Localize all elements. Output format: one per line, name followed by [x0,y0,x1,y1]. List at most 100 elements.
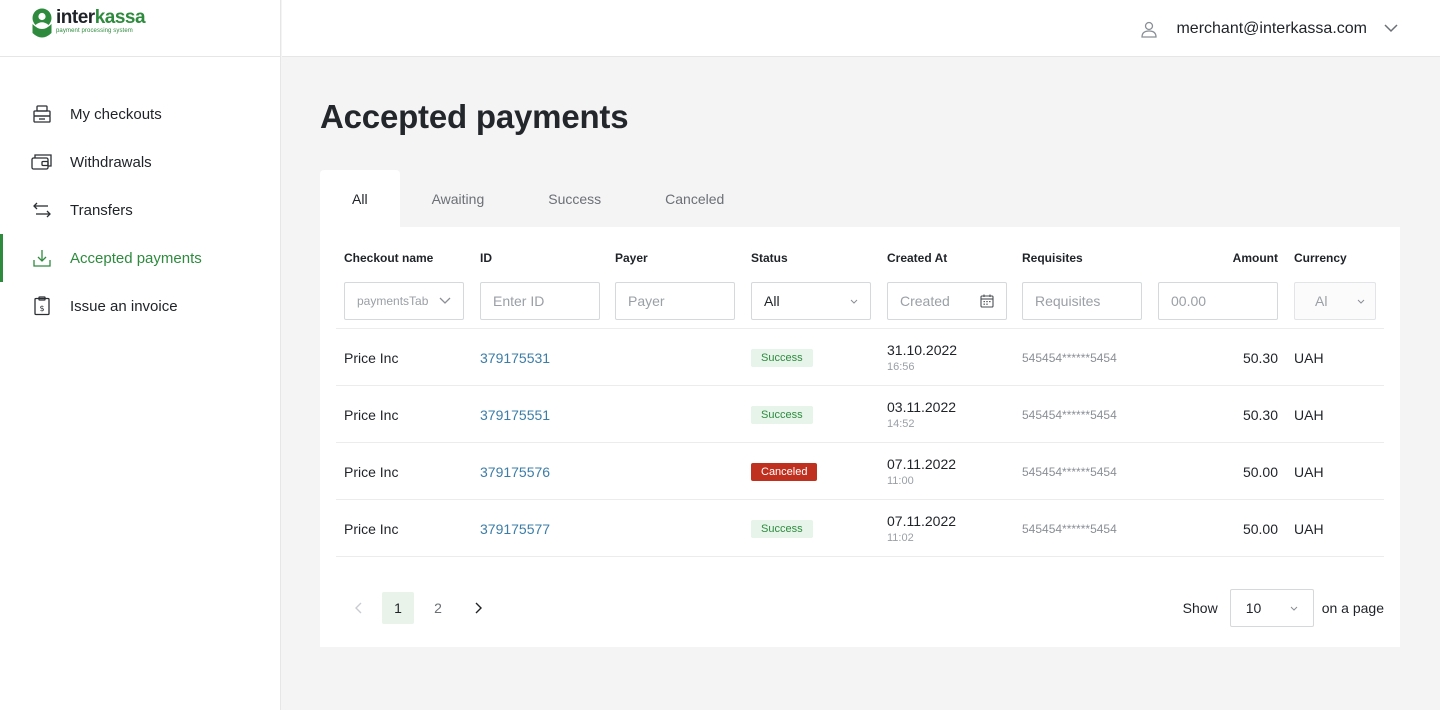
sidebar-item-label: Issue an invoice [70,297,178,315]
logo-mark-icon [32,8,52,38]
payments-table-card: Checkout name ID Payer Status Created At… [320,227,1400,647]
requisites-filter-placeholder: Requisites [1035,293,1101,309]
prev-page-button[interactable] [342,592,374,624]
chevron-left-icon [354,602,361,614]
top-bar: merchant@interkassa.com [282,0,1440,57]
sidebar-item-issue-invoice[interactable]: $ Issue an invoice [0,282,281,330]
sidebar-item-label: Withdrawals [70,153,152,171]
requisites-filter-input[interactable]: Requisites [1022,282,1142,320]
created-filter-placeholder: Created [900,293,950,309]
checkout-name-cell: Price Inc [344,349,399,366]
table-row[interactable]: Price Inc 379175551 Success 03.11.2022 14… [336,385,1384,442]
logo-area: interkassa payment processing system [0,0,280,57]
wallet-icon [31,151,53,173]
status-cell: Success [751,386,813,443]
tab-canceled[interactable]: Canceled [633,170,756,227]
on-a-page-label: on a page [1321,600,1384,616]
amount-cell: 50.30 [1242,349,1278,366]
amount-cell: 50.30 [1242,406,1278,423]
checkout-name-cell: Price Inc [344,463,399,480]
page-size-control: Show 10 on a page [1183,589,1384,627]
currency-cell: UAH [1294,349,1324,366]
requisites-cell: 545454******5454 [1022,464,1117,479]
created-date: 07.11.2022 [887,512,957,529]
user-icon [1140,20,1158,38]
page-1-button[interactable]: 1 [382,592,414,624]
created-at-cell: 07.11.2022 11:00 [887,443,956,500]
user-menu[interactable]: merchant@interkassa.com [1140,0,1398,57]
invoice-icon: $ [31,295,53,317]
status-filter-value: All [764,293,780,309]
user-email: merchant@interkassa.com [1176,19,1367,37]
svg-text:$: $ [39,304,44,313]
brand-name-part2: kassa [94,7,146,28]
checkout-icon [31,103,53,125]
checkout-name-filter-value: paymentsTab [357,294,429,308]
created-date: 03.11.2022 [887,398,957,415]
download-icon [31,247,53,269]
currency-cell: UAH [1294,463,1324,480]
currency-filter-select[interactable]: Al [1294,282,1376,320]
requisites-cell: 545454******5454 [1022,521,1117,536]
created-date: 31.10.2022 [887,341,958,358]
requisites-cell: 545454******5454 [1022,350,1117,365]
payment-id-link[interactable]: 379175576 [480,443,550,500]
sidebar-item-accepted-payments[interactable]: Accepted payments [0,234,281,282]
tab-awaiting[interactable]: Awaiting [400,170,517,227]
id-filter-input[interactable]: Enter ID [480,282,600,320]
amount-cell: 50.00 [1242,520,1278,537]
column-header-payer: Payer [615,251,648,265]
checkout-name-cell: Price Inc [344,406,399,423]
status-cell: Canceled [751,443,818,500]
checkout-name-filter[interactable]: paymentsTab [344,282,464,320]
id-filter-placeholder: Enter ID [493,293,545,309]
sidebar-item-my-checkouts[interactable]: My checkouts [0,90,281,138]
sidebar-item-label: My checkouts [70,105,162,123]
tab-success[interactable]: Success [516,170,633,227]
tab-all[interactable]: All [320,170,400,227]
created-time: 11:02 [887,531,914,544]
payment-id-link[interactable]: 379175551 [480,386,550,443]
created-date-filter[interactable]: Created [887,282,1007,320]
page-title: Accepted payments [320,98,629,135]
column-header-checkout-name: Checkout name [344,251,434,265]
created-time: 16:56 [887,360,915,373]
status-cell: Success [751,500,813,557]
page-size-select[interactable]: 10 [1229,589,1314,627]
brand-logo[interactable]: interkassa payment processing system [31,7,146,40]
table-row[interactable]: Price Inc 379175576 Canceled 07.11.2022 1… [336,442,1384,499]
page-2-button[interactable]: 2 [422,592,454,624]
created-date: 07.11.2022 [887,455,957,472]
payer-filter-placeholder: Payer [628,293,665,309]
brand-tagline: payment processing system [56,28,133,34]
payment-id-link[interactable]: 379175531 [480,329,550,386]
created-at-cell: 07.11.2022 11:02 [887,500,956,557]
status-badge: Success [751,348,813,367]
created-time: 11:00 [887,474,914,487]
next-page-button[interactable] [462,592,494,624]
column-header-created-at: Created At [887,251,948,265]
created-time: 14:52 [887,417,915,430]
amount-filter-input[interactable]: 00.00 [1158,282,1278,320]
payer-filter-input[interactable]: Payer [615,282,735,320]
table-row[interactable]: Price Inc 379175577 Success 07.11.2022 11… [336,499,1384,556]
requisites-cell: 545454******5454 [1022,407,1117,422]
status-cell: Success [751,329,813,386]
payment-id-link[interactable]: 379175577 [480,500,550,557]
currency-cell: UAH [1294,520,1324,537]
amount-filter-placeholder: 00.00 [1171,293,1207,309]
sidebar-item-transfers[interactable]: Transfers [0,186,281,234]
column-header-id: ID [480,251,492,265]
pagination: 1 2 [342,592,502,624]
brand-name-part1: inter [56,7,95,28]
chevron-down-icon [439,297,451,305]
table-row[interactable]: Price Inc 379175531 Success 31.10.2022 16… [336,328,1384,385]
chevron-down-icon [850,299,858,304]
chevron-down-icon [1290,606,1298,611]
sidebar-item-withdrawals[interactable]: Withdrawals [0,138,281,186]
sidebar-item-label: Accepted payments [70,249,202,267]
page-size-value: 10 [1245,600,1262,616]
chevron-down-icon [1357,299,1365,304]
status-filter-select[interactable]: All [751,282,871,320]
amount-cell: 50.00 [1242,463,1278,480]
